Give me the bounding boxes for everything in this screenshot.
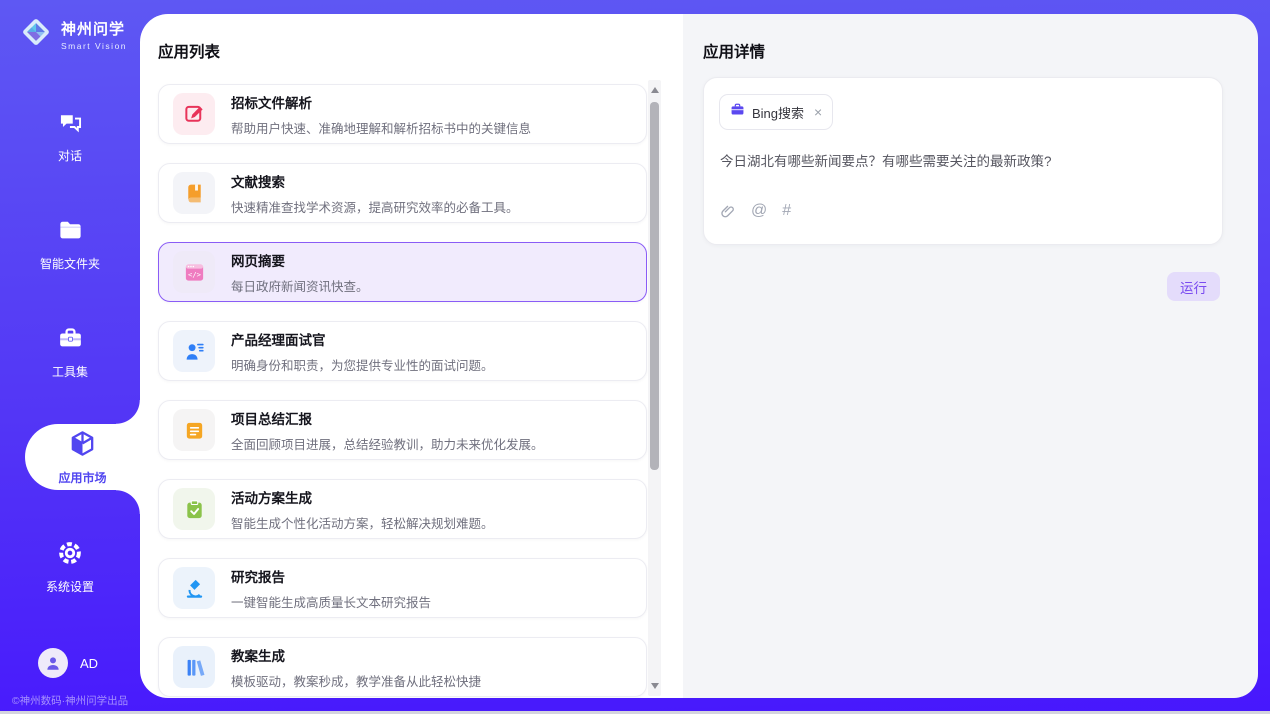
app-card-title: 研究报告	[231, 566, 431, 586]
main-panel: 应用列表 招标文件解析帮助用户快速、准确地理解和解析招标书中的关键信息文献搜索快…	[140, 14, 1258, 698]
app-card-description: 一键智能生成高质量长文本研究报告	[231, 592, 431, 611]
app-card-title: 网页摘要	[231, 250, 369, 270]
app-card-event-plan[interactable]: 活动方案生成智能生成个性化活动方案，轻松解决规划难题。	[158, 479, 647, 539]
app-list-pane: 应用列表 招标文件解析帮助用户快速、准确地理解和解析招标书中的关键信息文献搜索快…	[140, 14, 683, 698]
app-card-description: 快速精准查找学术资源，提高研究效率的必备工具。	[231, 197, 519, 216]
clipboard-check-icon	[173, 488, 215, 530]
brand-logo: 神州问学 Smart Vision	[18, 14, 127, 55]
app-card-title: 产品经理面试官	[231, 329, 494, 349]
chat-icon	[57, 109, 84, 141]
hash-icon[interactable]: #	[782, 202, 791, 220]
close-icon[interactable]: ×	[814, 105, 822, 119]
paperclip-icon[interactable]	[720, 203, 736, 220]
browser-code-icon: </>	[173, 251, 215, 293]
sidebar-item-settings[interactable]: 系统设置	[0, 536, 140, 598]
book-icon	[173, 172, 215, 214]
app-card-description: 每日政府新闻资讯快查。	[231, 276, 369, 295]
app-card-description: 模板驱动，教案秒成，教学准备从此轻松快捷	[231, 671, 481, 690]
gem-diamond-icon	[18, 14, 54, 55]
mention-icon[interactable]: @	[751, 202, 767, 220]
sidebar-item-label: 智能文件夹	[40, 255, 100, 272]
prompt-message-text[interactable]: 今日湖北有哪些新闻要点？有哪些需要关注的最新政策?	[720, 150, 1200, 170]
app-card-list: 招标文件解析帮助用户快速、准确地理解和解析招标书中的关键信息文献搜索快速精准查找…	[158, 84, 647, 697]
app-card-literature-search[interactable]: 文献搜索快速精准查找学术资源，提高研究效率的必备工具。	[158, 163, 647, 223]
app-card-description: 明确身份和职责，为您提供专业性的面试问题。	[231, 355, 494, 374]
tool-tag-bing-search[interactable]: Bing搜索 ×	[719, 94, 833, 130]
research-icon	[173, 567, 215, 609]
note-icon	[173, 409, 215, 451]
gear-icon	[56, 539, 84, 572]
briefcase-icon	[730, 102, 745, 122]
sidebar: 神州问学 Smart Vision 对话智能文件夹工具集应用市场系统设置 AD …	[0, 0, 140, 714]
scrollbar[interactable]	[648, 80, 661, 696]
app-card-title: 项目总结汇报	[231, 408, 544, 428]
app-card-title: 文献搜索	[231, 171, 519, 191]
sidebar-item-label: 工具集	[52, 363, 88, 380]
app-card-description: 帮助用户快速、准确地理解和解析招标书中的关键信息	[231, 118, 531, 137]
app-card-title: 教案生成	[231, 645, 481, 665]
app-card-description: 智能生成个性化活动方案，轻松解决规划难题。	[231, 513, 494, 532]
app-detail-title: 应用详情	[703, 40, 765, 62]
scrollbar-thumb[interactable]	[650, 102, 659, 470]
tool-tag-label: Bing搜索	[752, 103, 804, 122]
app-card-title: 招标文件解析	[231, 92, 531, 112]
sidebar-item-label: 系统设置	[46, 578, 94, 595]
app-card-web-summary[interactable]: </> 网页摘要每日政府新闻资讯快查。	[158, 242, 647, 302]
app-detail-pane: 应用详情 Bing搜索 × 今日湖北有哪些新闻要点？有哪些需要关注的最新政策? …	[683, 14, 1258, 698]
run-button[interactable]: 运行	[1167, 272, 1220, 301]
copyright-footer: ©神州数码·神州问学出品	[0, 693, 140, 708]
user-initials: AD	[80, 656, 98, 671]
sidebar-item-label: 对话	[58, 147, 82, 164]
interviewer-icon	[173, 330, 215, 372]
sidebar-item-toolset[interactable]: 工具集	[0, 321, 140, 383]
app-card-research-report[interactable]: 研究报告一键智能生成高质量长文本研究报告	[158, 558, 647, 618]
books-icon	[173, 646, 215, 688]
sidebar-item-chat[interactable]: 对话	[0, 105, 140, 167]
sidebar-item-app-market[interactable]: 应用市场	[25, 424, 140, 490]
brand-name: 神州问学	[61, 18, 127, 39]
pen-square-icon	[173, 93, 215, 135]
composer-toolbar: @#	[720, 202, 791, 220]
app-card-lesson-plan[interactable]: 教案生成模板驱动，教案秒成，教学准备从此轻松快捷	[158, 637, 647, 697]
app-card-bid-doc-parse[interactable]: 招标文件解析帮助用户快速、准确地理解和解析招标书中的关键信息	[158, 84, 647, 144]
app-card-project-summary[interactable]: 项目总结汇报全面回顾项目进展，总结经验教训，助力未来优化发展。	[158, 400, 647, 460]
sidebar-item-smart-folder[interactable]: 智能文件夹	[0, 213, 140, 275]
prompt-input-card[interactable]: Bing搜索 × 今日湖北有哪些新闻要点？有哪些需要关注的最新政策? @#	[703, 77, 1223, 245]
app-card-pm-interviewer[interactable]: 产品经理面试官明确身份和职责，为您提供专业性的面试问题。	[158, 321, 647, 381]
folder-icon	[57, 217, 84, 249]
sidebar-item-label: 应用市场	[58, 469, 106, 486]
app-list-title: 应用列表	[158, 40, 220, 62]
toolbox-icon	[57, 325, 84, 357]
user-avatar-icon	[38, 648, 68, 678]
svg-text:</>: </>	[188, 270, 202, 279]
user-account[interactable]: AD	[38, 648, 98, 678]
app-card-description: 全面回顾项目进展，总结经验教训，助力未来优化发展。	[231, 434, 544, 453]
scrollbar-down-arrow-icon[interactable]	[651, 683, 659, 689]
cube-icon	[68, 429, 97, 463]
brand-subtitle: Smart Vision	[61, 41, 127, 51]
scrollbar-up-arrow-icon[interactable]	[651, 87, 659, 93]
app-card-title: 活动方案生成	[231, 487, 494, 507]
